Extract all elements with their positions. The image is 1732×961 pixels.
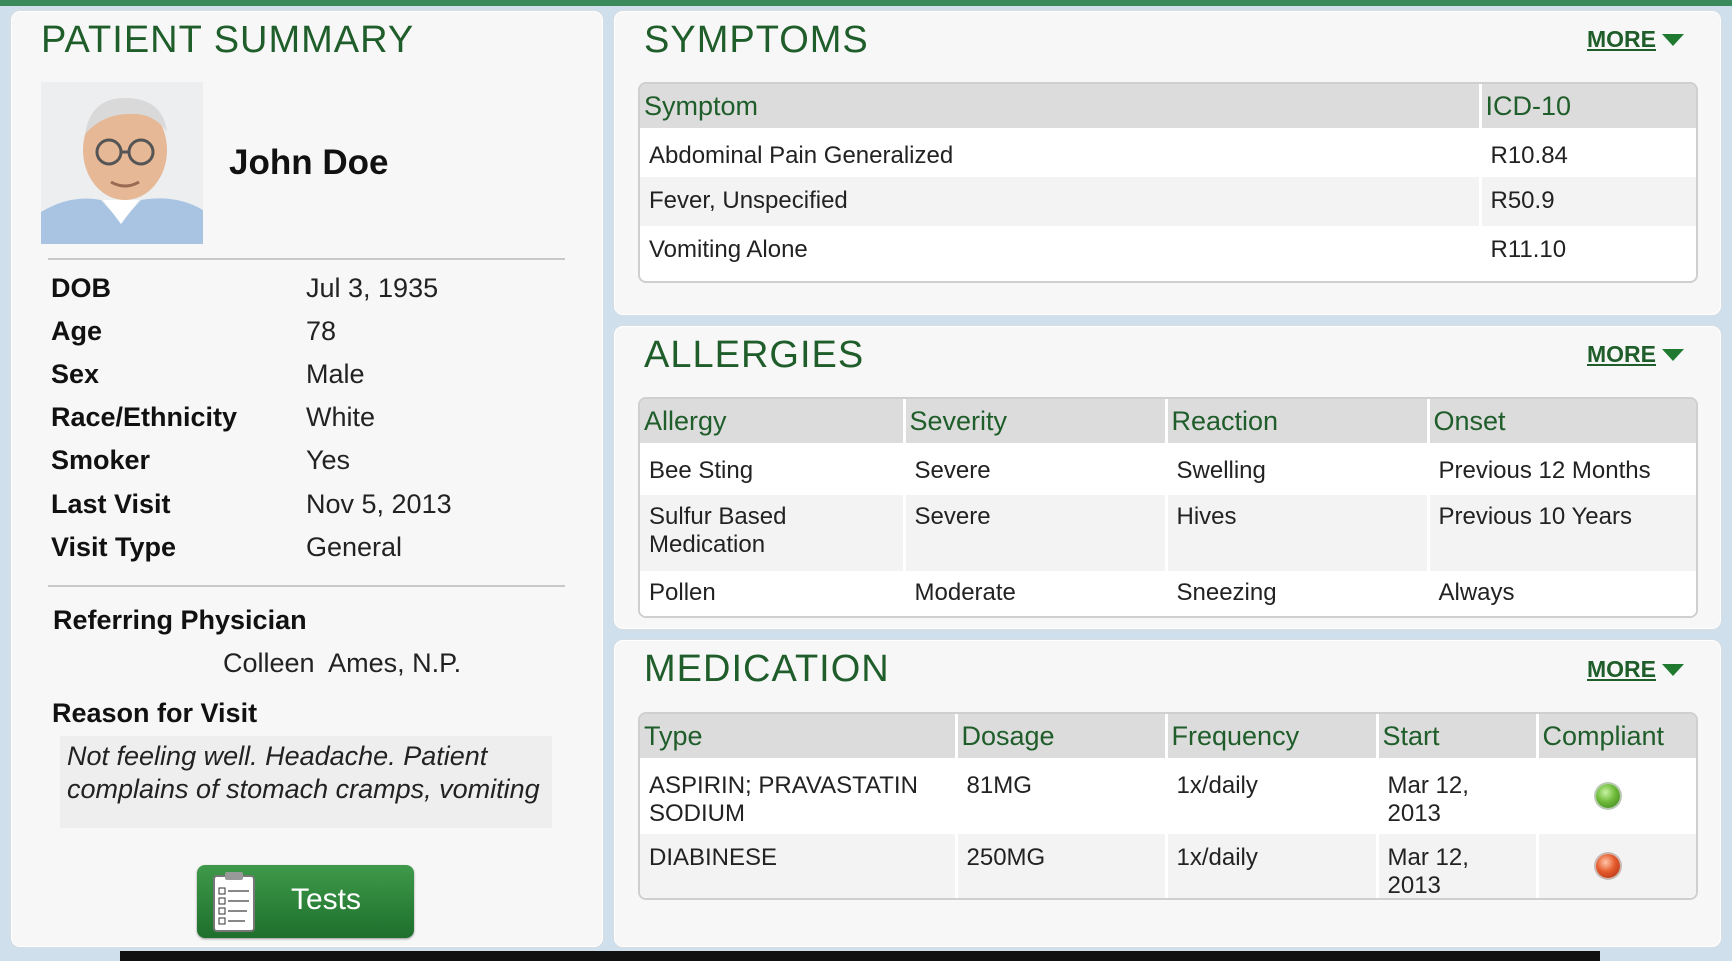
- smoker-label: Smoker: [51, 445, 151, 475]
- medication-type-cell: DIABINESE: [640, 834, 958, 898]
- column-header: Type: [640, 714, 958, 758]
- chevron-down-icon: [1662, 348, 1684, 361]
- reason-for-visit-label: Reason for Visit: [52, 698, 258, 728]
- icd-cell: R50.9: [1480, 177, 1696, 226]
- icd-cell: R10.84: [1480, 128, 1696, 177]
- compliant-status-icon: [1595, 784, 1620, 808]
- table-row[interactable]: Sulfur Based Medication Severe Hives Pre…: [640, 495, 1696, 571]
- bottom-bar: [120, 951, 1600, 961]
- severity-cell: Severe: [904, 443, 1168, 495]
- allergies-title: ALLERGIES: [644, 334, 865, 376]
- symptoms-title: SYMPTOMS: [644, 19, 869, 61]
- medication-more-label: MORE: [1587, 656, 1656, 682]
- sex-value: Male: [306, 359, 365, 389]
- divider: [48, 585, 565, 587]
- severity-cell: Moderate: [904, 571, 1168, 616]
- column-header: Compliant: [1537, 714, 1696, 758]
- table-header: Type Dosage Frequency Start Compliant: [640, 714, 1696, 758]
- allergies-table: Allergy Severity Reaction Onset Bee Stin…: [638, 397, 1698, 618]
- patient-summary-title: PATIENT SUMMARY: [41, 19, 415, 61]
- column-header: Allergy: [640, 399, 906, 443]
- compliant-cell: [1537, 834, 1696, 898]
- severity-cell: Severe: [904, 495, 1168, 571]
- age-label: Age: [51, 316, 103, 346]
- onset-cell: Previous 10 Years: [1428, 495, 1696, 571]
- dosage-cell: 81MG: [956, 758, 1168, 834]
- table-row[interactable]: DIABINESE 250MG 1x/daily Mar 12, 2013: [640, 834, 1696, 898]
- column-header: Symptom: [640, 84, 1482, 128]
- allergy-cell: Sulfur Based Medication: [640, 495, 906, 571]
- symptoms-more-button[interactable]: MORE: [1587, 26, 1684, 53]
- frequency-cell: 1x/daily: [1166, 758, 1379, 834]
- medication-table: Type Dosage Frequency Start Compliant AS…: [638, 712, 1698, 900]
- last-visit-value: Nov 5, 2013: [306, 489, 452, 519]
- patient-avatar: [41, 82, 203, 244]
- table-header: Symptom ICD-10: [640, 84, 1696, 128]
- reaction-cell: Sneezing: [1166, 571, 1430, 616]
- patient-photo-icon: [41, 82, 203, 244]
- visit-type-label: Visit Type: [51, 532, 177, 562]
- column-header: Start: [1377, 714, 1539, 758]
- allergies-more-label: MORE: [1587, 341, 1656, 367]
- chevron-down-icon: [1662, 33, 1684, 46]
- reaction-cell: Hives: [1166, 495, 1430, 571]
- patient-name: John Doe: [229, 143, 389, 182]
- chevron-down-icon: [1662, 663, 1684, 676]
- smoker-value: Yes: [306, 445, 351, 475]
- symptom-cell: Vomiting Alone: [640, 226, 1482, 275]
- referring-physician-value: Colleen Ames, N.P.: [223, 648, 462, 678]
- start-cell: Mar 12, 2013: [1377, 758, 1539, 834]
- top-accent-bar: [0, 0, 1732, 6]
- column-header: Dosage: [956, 714, 1168, 758]
- symptom-cell: Fever, Unspecified: [640, 177, 1482, 226]
- tests-button-label: Tests: [291, 883, 362, 916]
- table-row[interactable]: Vomiting Alone R11.10: [640, 226, 1696, 275]
- dob-label: DOB: [51, 273, 111, 303]
- table-row[interactable]: Pollen Moderate Sneezing Always: [640, 571, 1696, 616]
- race-label: Race/Ethnicity: [51, 402, 238, 432]
- noncompliant-status-icon: [1595, 854, 1620, 878]
- allergy-cell: Pollen: [640, 571, 906, 616]
- compliant-cell: [1537, 758, 1696, 834]
- table-header: Allergy Severity Reaction Onset: [640, 399, 1696, 443]
- reason-for-visit-text: Not feeling well. Headache. Patient comp…: [67, 741, 540, 804]
- allergy-cell: Bee Sting: [640, 443, 906, 495]
- reaction-cell: Swelling: [1166, 443, 1430, 495]
- column-header: ICD-10: [1480, 84, 1696, 128]
- medication-type-cell: ASPIRIN; PRAVASTATIN SODIUM: [640, 758, 958, 834]
- table-row[interactable]: ASPIRIN; PRAVASTATIN SODIUM 81MG 1x/dail…: [640, 758, 1696, 834]
- table-row[interactable]: Bee Sting Severe Swelling Previous 12 Mo…: [640, 443, 1696, 495]
- start-cell: Mar 12, 2013: [1377, 834, 1539, 898]
- visit-type-value: General: [306, 532, 403, 562]
- symptom-cell: Abdominal Pain Generalized: [640, 128, 1482, 177]
- dob-value: Jul 3, 1935: [306, 273, 439, 303]
- clipboard-icon: [213, 872, 255, 932]
- tests-button[interactable]: Tests: [197, 865, 414, 938]
- last-visit-label: Last Visit: [51, 489, 171, 519]
- medication-title: MEDICATION: [644, 648, 890, 690]
- frequency-cell: 1x/daily: [1166, 834, 1379, 898]
- column-header: Frequency: [1166, 714, 1379, 758]
- column-header: Onset: [1428, 399, 1696, 443]
- race-value: White: [306, 402, 376, 432]
- table-row[interactable]: Fever, Unspecified R50.9: [640, 177, 1696, 226]
- age-value: 78: [306, 316, 337, 346]
- symptoms-more-label: MORE: [1587, 26, 1656, 52]
- dosage-cell: 250MG: [956, 834, 1168, 898]
- allergies-more-button[interactable]: MORE: [1587, 341, 1684, 368]
- onset-cell: Previous 12 Months: [1428, 443, 1696, 495]
- referring-physician-label: Referring Physician: [53, 605, 307, 635]
- column-header: Severity: [904, 399, 1168, 443]
- divider: [48, 258, 565, 260]
- table-row[interactable]: Abdominal Pain Generalized R10.84: [640, 128, 1696, 177]
- symptoms-table: Symptom ICD-10 Abdominal Pain Generalize…: [638, 82, 1698, 283]
- medication-more-button[interactable]: MORE: [1587, 656, 1684, 683]
- icd-cell: R11.10: [1480, 226, 1696, 275]
- sex-label: Sex: [51, 359, 100, 389]
- column-header: Reaction: [1166, 399, 1430, 443]
- onset-cell: Always: [1428, 571, 1696, 616]
